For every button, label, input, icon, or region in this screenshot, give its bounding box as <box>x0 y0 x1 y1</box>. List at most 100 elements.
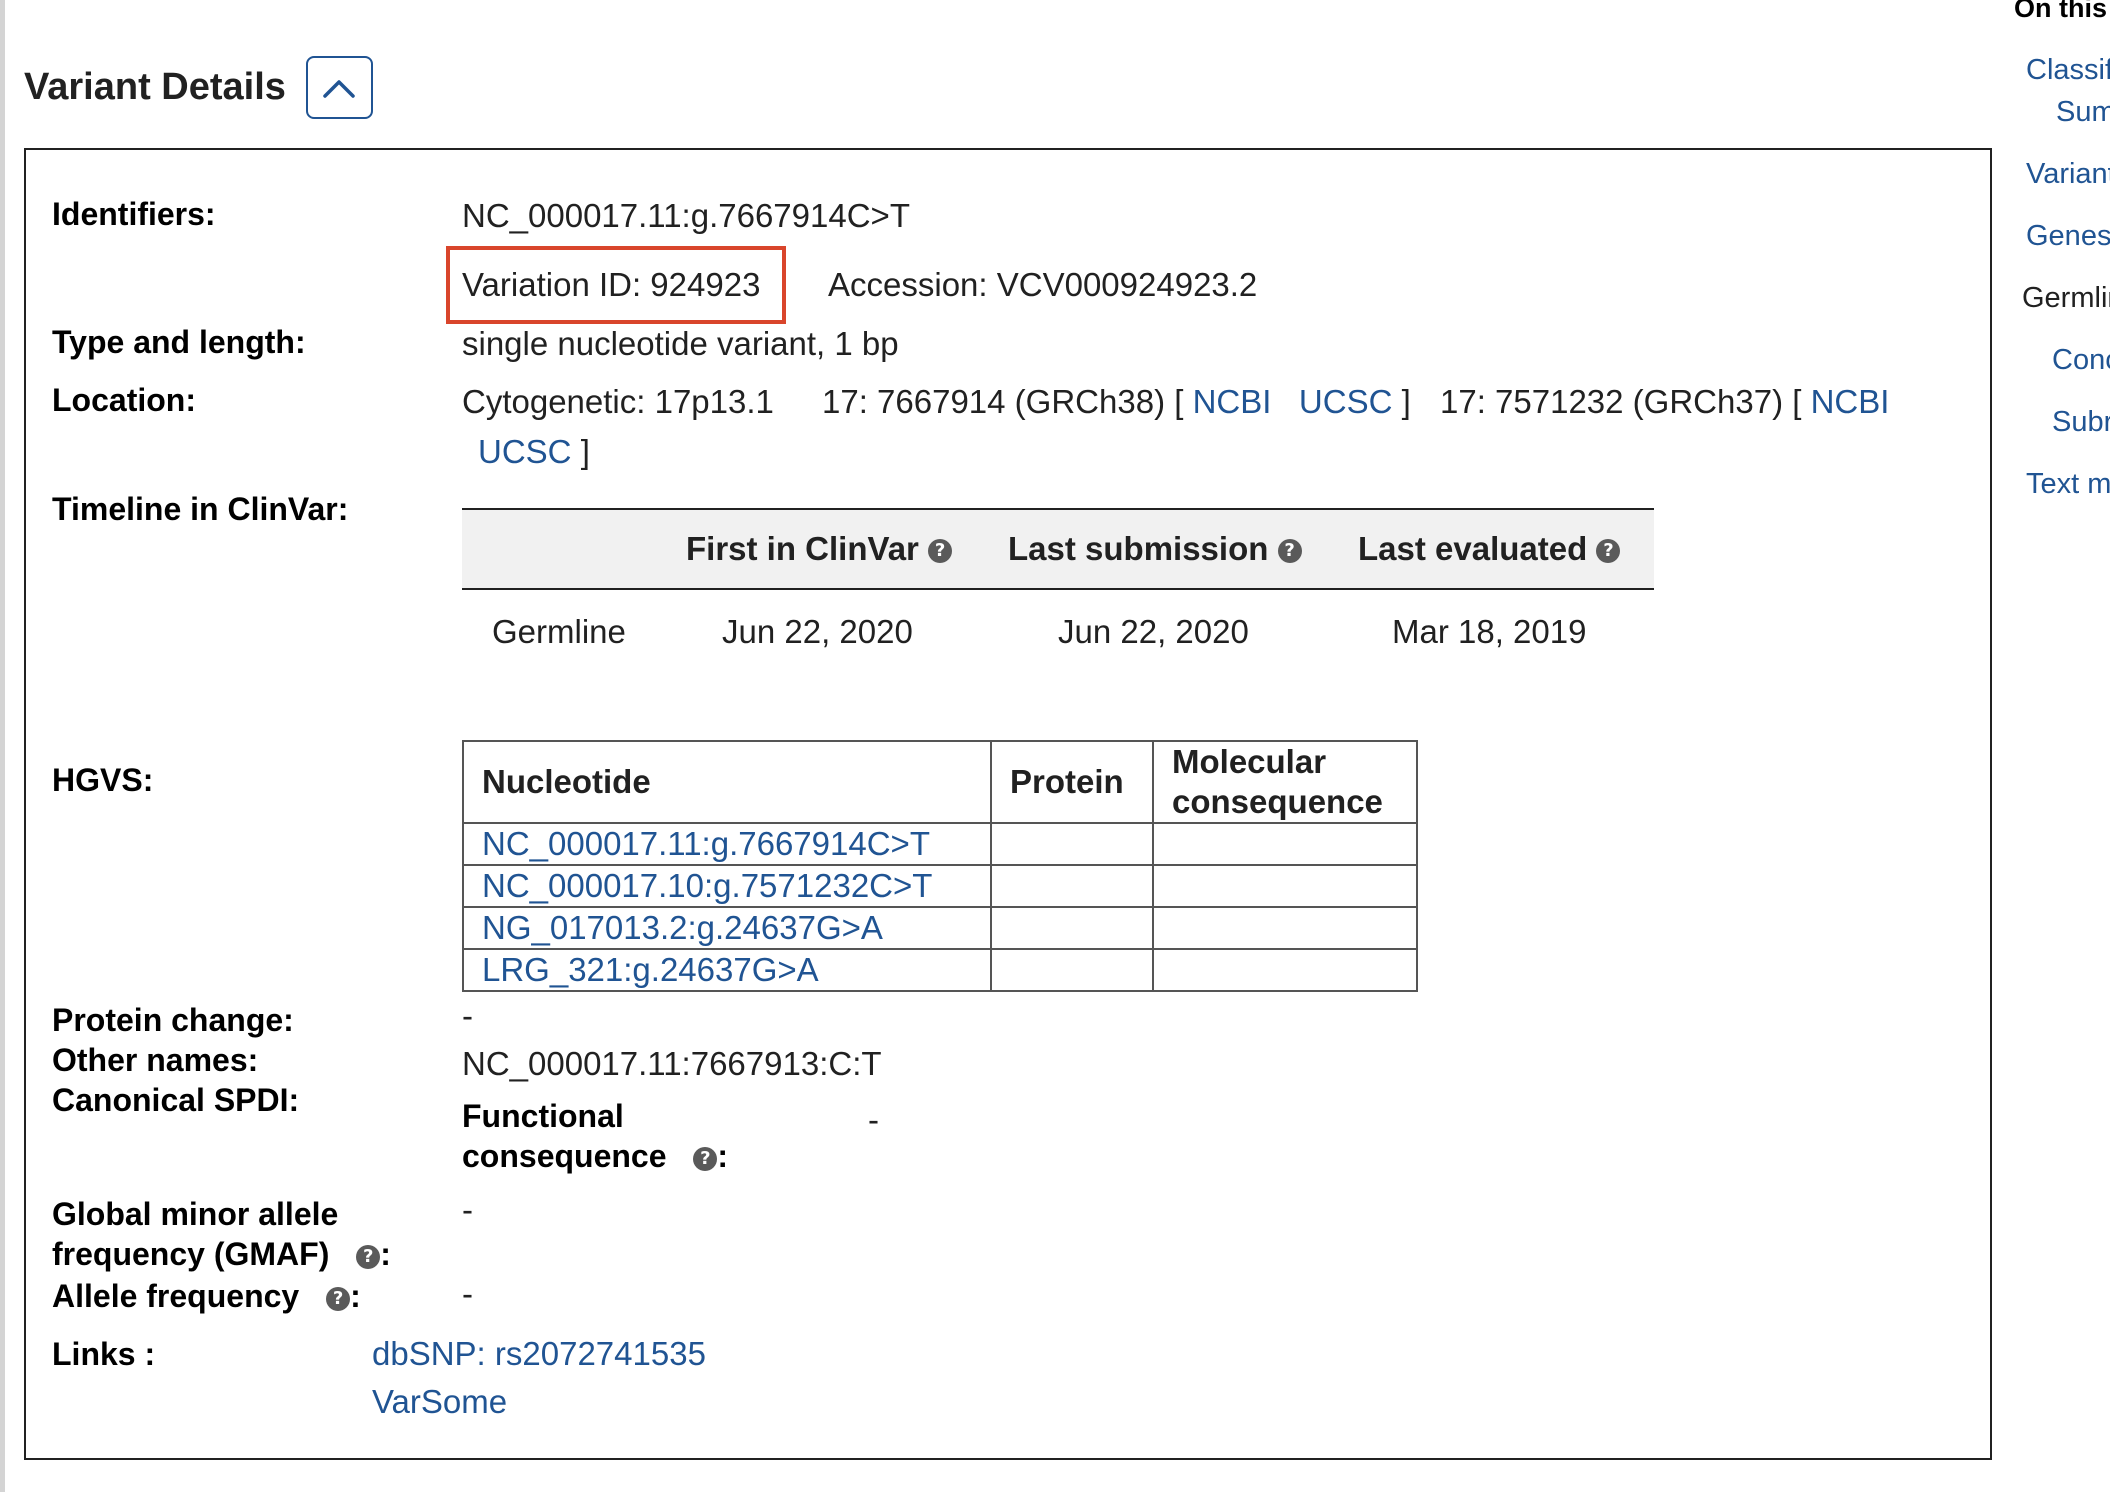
allele-frequency-label: Allele frequency ?: <box>52 1276 361 1316</box>
dbsnp-link[interactable]: dbSNP: rs2072741535 <box>372 1334 706 1374</box>
table-row: NC_000017.10:g.7571232C>T <box>462 864 1418 908</box>
variation-id: Variation ID: 924923 <box>462 266 761 303</box>
timeline-row-germline: Germline Jun 22, 2020 Jun 22, 2020 Mar 1… <box>462 590 1654 674</box>
hgvs-header-row: Nucleotide Protein Molecular consequence <box>462 740 1418 824</box>
other-names-label: Other names: <box>52 1042 259 1078</box>
location-grch37-cont: UCSC ] <box>478 432 590 472</box>
links-label: Links : <box>52 1336 156 1372</box>
hgvs-molecular-cell <box>1152 906 1418 950</box>
functional-consequence-label-2: consequence ?: <box>462 1136 728 1176</box>
allele-frequency-value: - <box>462 1275 473 1312</box>
hgvs-nucleotide-link[interactable]: NC_000017.11:g.7667914C>T <box>482 825 930 862</box>
protein-change-value: - <box>462 997 473 1034</box>
help-icon[interactable]: ? <box>326 1286 351 1311</box>
section-title: Variant Details <box>24 66 286 108</box>
help-icon[interactable]: ? <box>693 1146 718 1171</box>
hgvs-nucleotide-cell: NC_000017.10:g.7571232C>T <box>462 864 992 908</box>
hgvs-nucleotide-cell: NC_000017.11:g.7667914C>T <box>462 822 992 866</box>
hgvs-header-nucleotide: Nucleotide <box>462 740 992 824</box>
location-grch38: 17: 7667914 (GRCh38) [ NCBI UCSC ] <box>822 382 1411 422</box>
protein-change-label: Protein change: <box>52 1002 294 1038</box>
ucsc-link-grch38[interactable]: UCSC <box>1299 383 1393 420</box>
hgvs-molecular-cell <box>1152 864 1418 908</box>
canonical-spdi-label: Canonical SPDI: <box>52 1082 300 1118</box>
help-icon[interactable]: ? <box>928 539 953 564</box>
gmaf-colon: : <box>380 1236 391 1272</box>
timeline-header-last-submission: Last submission ? <box>1008 530 1302 568</box>
help-icon[interactable]: ? <box>1277 539 1302 564</box>
hgvs-molecular-cell <box>1152 822 1418 866</box>
gmaf-value: - <box>462 1191 473 1228</box>
allele-frequency-text: Allele frequency <box>52 1278 300 1314</box>
timeline-header-last-evaluated: Last evaluated ? <box>1358 530 1621 568</box>
hgvs-protein-cell <box>990 822 1154 866</box>
table-row: NC_000017.11:g.7667914C>T <box>462 822 1418 866</box>
hgvs-header-protein: Protein <box>990 740 1154 824</box>
timeline-row-label: Germline <box>492 613 626 650</box>
timeline-header-first: First in ClinVar ? <box>686 530 953 568</box>
hgvs-label: HGVS: <box>52 762 154 798</box>
accession: Accession: VCV000924923.2 <box>828 266 1258 303</box>
nav-item-classification[interactable]: Classif <box>2026 52 2110 88</box>
ucsc-link-grch37[interactable]: UCSC <box>478 433 572 470</box>
hgvs-nucleotide-cell: NG_017013.2:g.24637G>A <box>462 906 992 950</box>
location-grch37: 17: 7571232 (GRCh37) [ NCBI <box>1440 382 1889 422</box>
variant-details-panel: Identifiers: NC_000017.11:g.7667914C>T V… <box>24 148 1992 1460</box>
help-icon[interactable]: ? <box>1596 539 1621 564</box>
timeline-header-last-submission-text: Last submission <box>1008 530 1269 567</box>
timeline-header-row: First in ClinVar ? Last submission ? Las… <box>462 508 1654 590</box>
nav-item-germline: Germlin <box>2022 282 2110 314</box>
ncbi-link-grch37[interactable]: NCBI <box>1811 383 1890 420</box>
hgvs-nucleotide-link[interactable]: NG_017013.2:g.24637G>A <box>482 909 883 946</box>
hgvs-protein-cell <box>990 948 1154 992</box>
hgvs-nucleotide-link[interactable]: NC_000017.10:g.7571232C>T <box>482 867 932 904</box>
grch38-text: 17: 7667914 (GRCh38) [ <box>822 383 1184 420</box>
section-header: Variant Details <box>24 56 373 119</box>
nav-item-submissions[interactable]: Subr <box>2052 404 2110 440</box>
timeline-header-first-text: First in ClinVar <box>686 530 919 567</box>
identifiers-label: Identifiers: <box>52 196 216 232</box>
allele-frequency-colon: : <box>350 1278 361 1314</box>
functional-consequence-text: consequence <box>462 1138 667 1174</box>
collapse-button[interactable] <box>305 56 373 119</box>
location-label: Location: <box>52 382 196 418</box>
nav-item-genes[interactable]: Genes <box>2026 218 2110 254</box>
timeline-last-evaluated: Mar 18, 2019 <box>1392 613 1587 650</box>
gmaf-text: frequency (GMAF) <box>52 1236 330 1272</box>
timeline-label: Timeline in ClinVar: <box>52 491 349 527</box>
nav-item-summary[interactable]: Sum <box>2056 94 2110 130</box>
hgvs-protein-cell <box>990 864 1154 908</box>
hgvs-table: Nucleotide Protein Molecular consequence… <box>462 740 1418 992</box>
functional-consequence-value: - <box>868 1101 879 1138</box>
varsome-link[interactable]: VarSome <box>372 1382 507 1422</box>
chevron-up-icon <box>323 79 356 98</box>
hgvs-molecular-cell <box>1152 948 1418 992</box>
table-row: LRG_321:g.24637G>A <box>462 948 1418 992</box>
timeline-header-last-evaluated-text: Last evaluated <box>1358 530 1588 567</box>
help-icon[interactable]: ? <box>356 1244 381 1269</box>
identifier-hgvs: NC_000017.11:g.7667914C>T <box>462 197 910 234</box>
cytogenetic-location: Cytogenetic: 17p13.1 <box>462 383 774 420</box>
ncbi-link-grch38[interactable]: NCBI <box>1193 383 1272 420</box>
hgvs-nucleotide-cell: LRG_321:g.24637G>A <box>462 948 992 992</box>
gmaf-label-2: frequency (GMAF) ?: <box>52 1234 391 1274</box>
timeline-last-submission: Jun 22, 2020 <box>1058 613 1249 650</box>
timeline-first-in-clinvar: Jun 22, 2020 <box>722 613 913 650</box>
nav-item-text-mined[interactable]: Text m <box>2026 466 2110 502</box>
functional-consequence-colon: : <box>717 1138 729 1174</box>
canonical-spdi-value: NC_000017.11:7667913:C:T <box>462 1045 882 1082</box>
hgvs-header-molecular-consequence: Molecular consequence <box>1152 740 1418 824</box>
nav-item-conditions[interactable]: Conc <box>2052 342 2110 378</box>
table-row: NG_017013.2:g.24637G>A <box>462 906 1418 950</box>
type-length-value: single nucleotide variant, 1 bp <box>462 325 899 362</box>
close-bracket: ] <box>1401 383 1411 420</box>
gmaf-label-1: Global minor allele <box>52 1196 339 1232</box>
type-length-label: Type and length: <box>52 324 306 360</box>
left-border <box>0 0 5 1492</box>
nav-heading: On this <box>2014 0 2107 23</box>
hgvs-nucleotide-link[interactable]: LRG_321:g.24637G>A <box>482 951 819 988</box>
nav-item-variant[interactable]: Variant <box>2026 156 2110 192</box>
grch37-text: 17: 7571232 (GRCh37) [ <box>1440 383 1802 420</box>
timeline-table: First in ClinVar ? Last submission ? Las… <box>462 508 1654 674</box>
on-this-page-nav: On this Classif Sum Variant Genes Germli… <box>2014 0 2110 1492</box>
